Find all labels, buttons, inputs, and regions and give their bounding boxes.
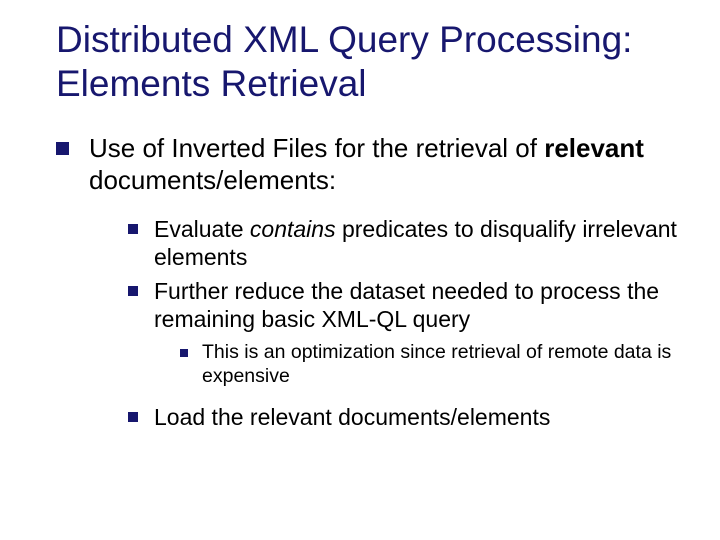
bullet-level3: This is an optimization since retrieval …	[180, 341, 690, 389]
text-fragment: documents/elements:	[89, 165, 336, 195]
bullet-level2: Evaluate contains predicates to disquali…	[128, 215, 690, 271]
text-fragment: Evaluate	[154, 216, 250, 242]
level2-group: Evaluate contains predicates to disquali…	[128, 215, 690, 431]
level2-text: Evaluate contains predicates to disquali…	[154, 215, 690, 271]
level2-text: Further reduce the dataset needed to pro…	[154, 277, 690, 333]
text-italic: contains	[250, 216, 336, 242]
bullet-level1: Use of Inverted Files for the retrieval …	[56, 133, 690, 196]
level1-text: Use of Inverted Files for the retrieval …	[89, 133, 690, 196]
square-bullet-icon	[128, 286, 138, 296]
square-bullet-icon	[180, 349, 188, 357]
bullet-level2: Further reduce the dataset needed to pro…	[128, 277, 690, 333]
square-bullet-icon	[128, 224, 138, 234]
text-fragment: Use of Inverted Files for the retrieval …	[89, 133, 544, 163]
slide-title: Distributed XML Query Processing: Elemen…	[56, 18, 690, 105]
level2-text: Load the relevant documents/elements	[154, 403, 550, 431]
slide: Distributed XML Query Processing: Elemen…	[0, 0, 720, 540]
level3-text: This is an optimization since retrieval …	[202, 341, 690, 389]
bullet-level2: Load the relevant documents/elements	[128, 403, 690, 431]
square-bullet-icon	[56, 142, 69, 155]
square-bullet-icon	[128, 412, 138, 422]
level3-group: This is an optimization since retrieval …	[180, 341, 690, 389]
text-bold: relevant	[544, 133, 644, 163]
